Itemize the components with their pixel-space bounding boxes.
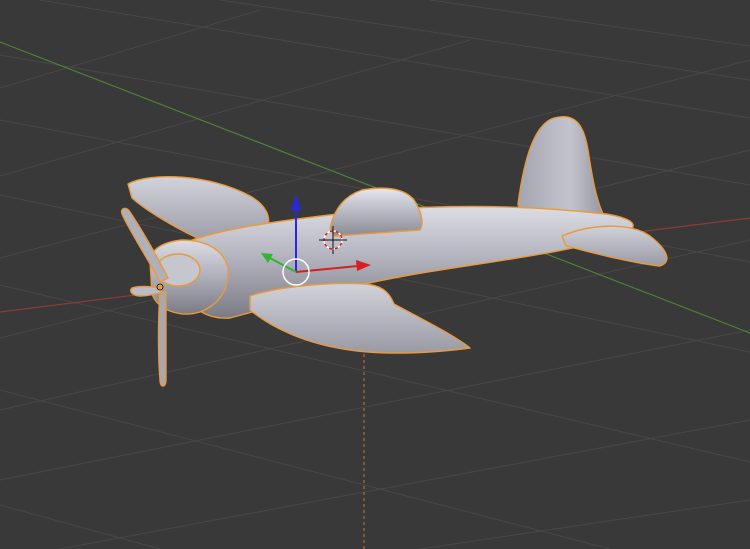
3d-viewport[interactable]	[0, 0, 750, 549]
tail-fin	[517, 115, 605, 217]
manipulator-z-arrow-icon[interactable]	[291, 195, 301, 210]
airplane-mesh[interactable]	[120, 115, 668, 387]
canopy	[329, 187, 423, 237]
viewport-canvas[interactable]	[0, 0, 750, 549]
horizontal-stabilizer	[561, 225, 668, 267]
propeller-blade-bottom	[157, 291, 167, 387]
right-wing	[249, 282, 471, 354]
object-origin-dot	[156, 283, 164, 291]
